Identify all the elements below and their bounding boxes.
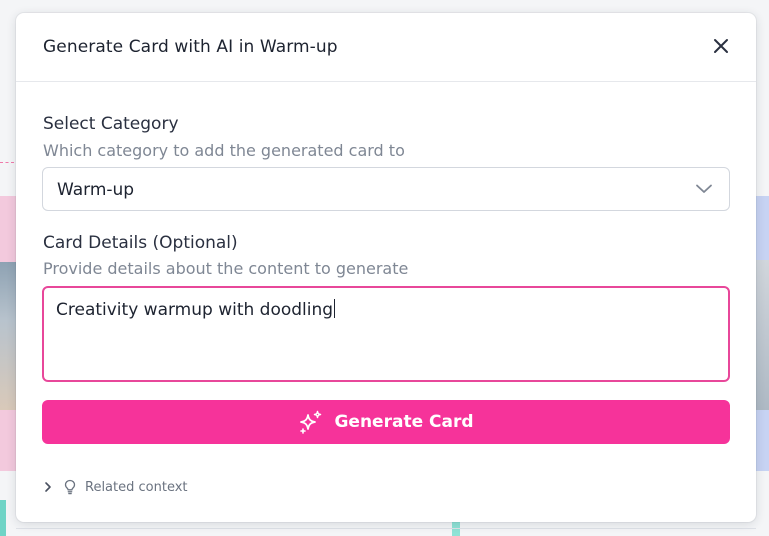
modal-title: Generate Card with AI in Warm-up — [43, 37, 338, 57]
category-label: Select Category — [43, 114, 179, 134]
text-caret — [334, 299, 336, 318]
sparkle-icon — [300, 410, 322, 434]
related-context-toggle[interactable]: Related context — [43, 478, 188, 496]
generate-card-button[interactable]: Generate Card — [42, 400, 730, 444]
generate-card-modal: Generate Card with AI in Warm-up Select … — [16, 13, 756, 522]
close-button[interactable] — [712, 37, 730, 55]
generate-card-label: Generate Card — [334, 412, 474, 432]
card-details-textarea[interactable]: Creativity warmup with doodling — [42, 286, 730, 382]
chevron-down-icon — [696, 184, 712, 193]
background-image-right — [756, 260, 769, 410]
category-selected-value: Warm-up — [57, 180, 135, 200]
chevron-right-icon — [45, 482, 51, 492]
close-icon — [714, 39, 728, 53]
details-label: Card Details (Optional) — [43, 233, 238, 253]
category-select[interactable]: Warm-up — [42, 167, 730, 211]
background-image-left — [0, 262, 16, 410]
related-context-label: Related context — [85, 479, 188, 495]
details-hint: Provide details about the content to gen… — [43, 259, 409, 278]
background-dashed-line — [0, 162, 14, 163]
modal-header: Generate Card with AI in Warm-up — [16, 13, 756, 82]
card-details-value: Creativity warmup with doodling — [56, 299, 336, 320]
category-hint: Which category to add the generated card… — [43, 141, 405, 160]
background-divider — [16, 528, 756, 529]
lightbulb-icon — [64, 479, 76, 495]
background-accent-bottom — [452, 522, 460, 536]
background-accent-left — [0, 500, 6, 536]
